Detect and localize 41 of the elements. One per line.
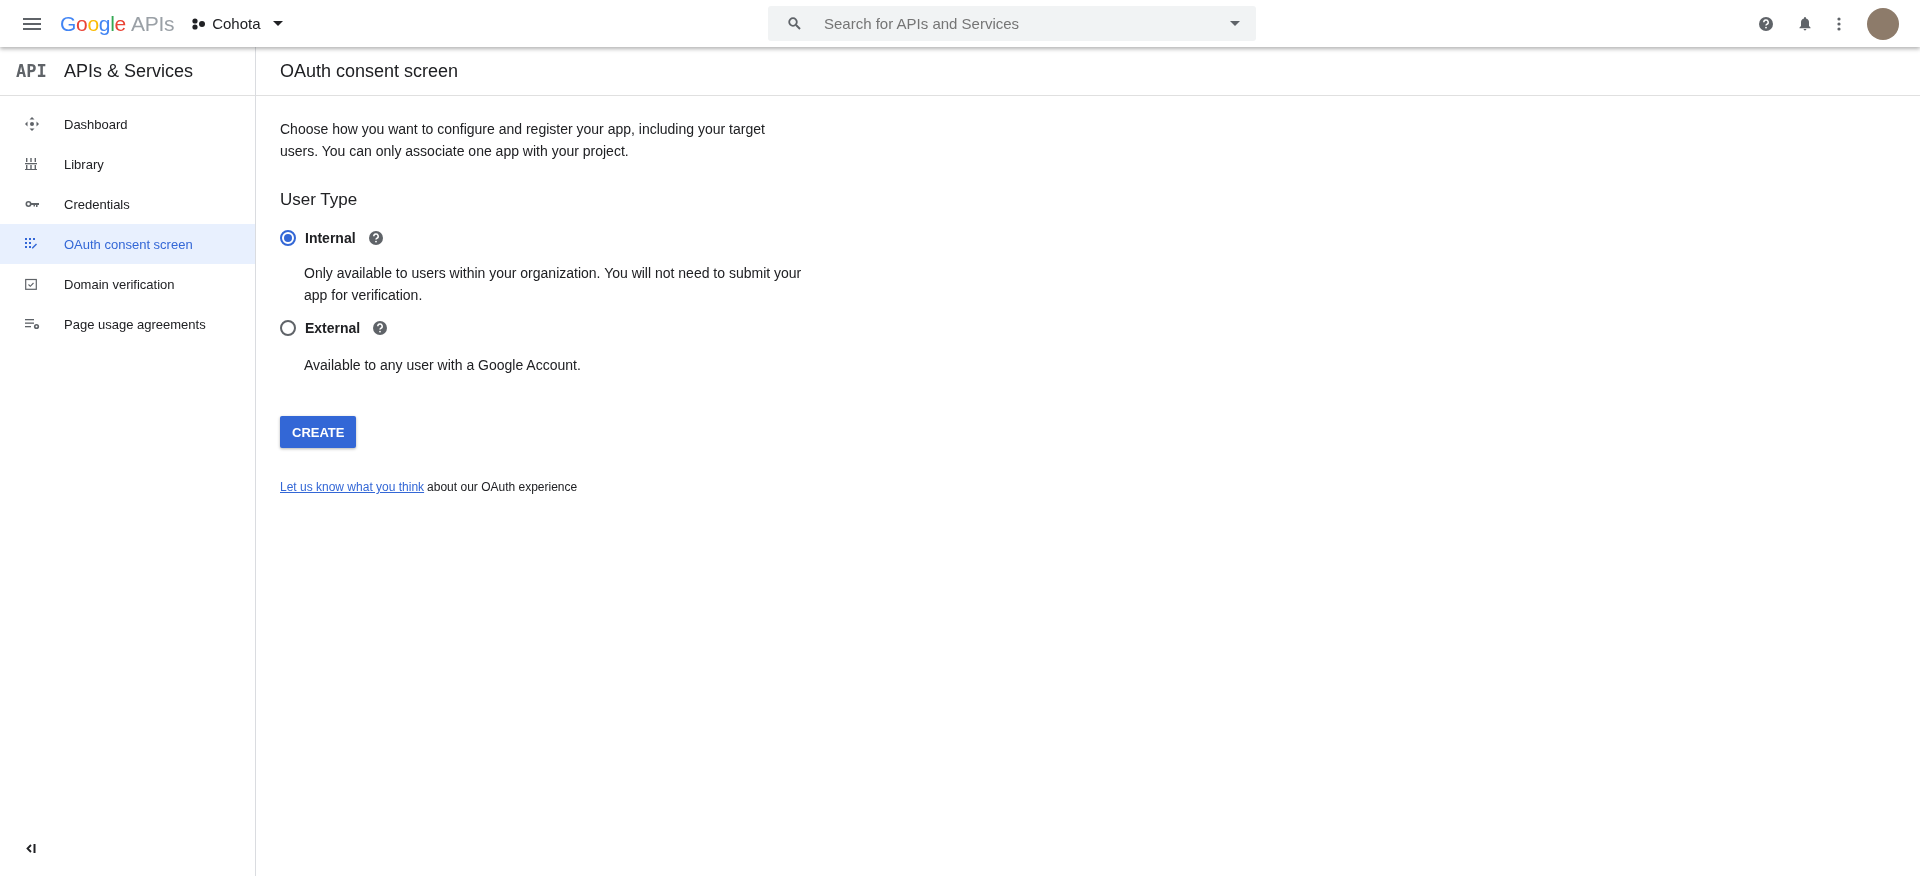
dashboard-icon [25, 117, 39, 131]
consent-grid-icon [25, 238, 37, 250]
search-icon [788, 17, 801, 30]
option-label[interactable]: External [305, 320, 361, 336]
section-title: User Type [280, 190, 359, 210]
avatar[interactable] [1867, 7, 1899, 40]
menu-icon[interactable] [23, 17, 41, 30]
sidebar-item[interactable]: Dashboard [0, 104, 255, 144]
option-description: Only available to users within your organization. You will not need to submit your app for verification. [304, 264, 803, 305]
sidebar-item[interactable]: Domain verification [0, 264, 255, 304]
sidebar-item[interactable]: OAuth consent screen [0, 224, 255, 264]
radio-button[interactable] [280, 230, 296, 246]
api-logo: API [16, 61, 48, 81]
help-icon[interactable] [373, 321, 388, 335]
sidebar-item[interactable]: Credentials [0, 184, 255, 224]
notifications-bell-icon[interactable] [1799, 16, 1811, 31]
feedback-link[interactable]: Let us know what you think [280, 480, 425, 494]
more-options-icon[interactable] [1837, 16, 1841, 31]
intro-text: Choose how you want to configure and register your app, including your target users. You can only associate one app with your project. [280, 120, 766, 161]
dropdown-caret-icon[interactable] [1230, 21, 1240, 26]
project-selector[interactable]: Cohota [188, 11, 287, 36]
project-icon [192, 17, 207, 30]
help-icon[interactable] [1759, 16, 1773, 31]
page-title: OAuth consent screen [280, 60, 459, 82]
option-label[interactable]: Internal [305, 230, 356, 246]
list-settings-icon [25, 318, 40, 330]
caret-icon [272, 21, 283, 26]
help-icon[interactable] [368, 231, 383, 245]
library-icon [25, 158, 37, 170]
key-icon [25, 200, 39, 208]
collapse-sidebar-icon[interactable] [26, 843, 36, 853]
sidebar-item[interactable]: Page usage agreements [0, 304, 255, 344]
create-button[interactable]: CREATE [280, 416, 357, 448]
sidebar-item[interactable]: Library [0, 144, 255, 184]
search-field[interactable]: Search for APIs and Services [768, 6, 1256, 41]
sidebar-title: APIs & Services [64, 60, 194, 82]
checkbox-icon [25, 278, 37, 290]
option-description: Available to any user with a Google Account. [304, 356, 582, 375]
logo[interactable]: Google APIs [60, 11, 175, 36]
feedback-text: Let us know what you think about our OAuth experience [280, 480, 579, 494]
radio-button[interactable] [280, 320, 296, 336]
